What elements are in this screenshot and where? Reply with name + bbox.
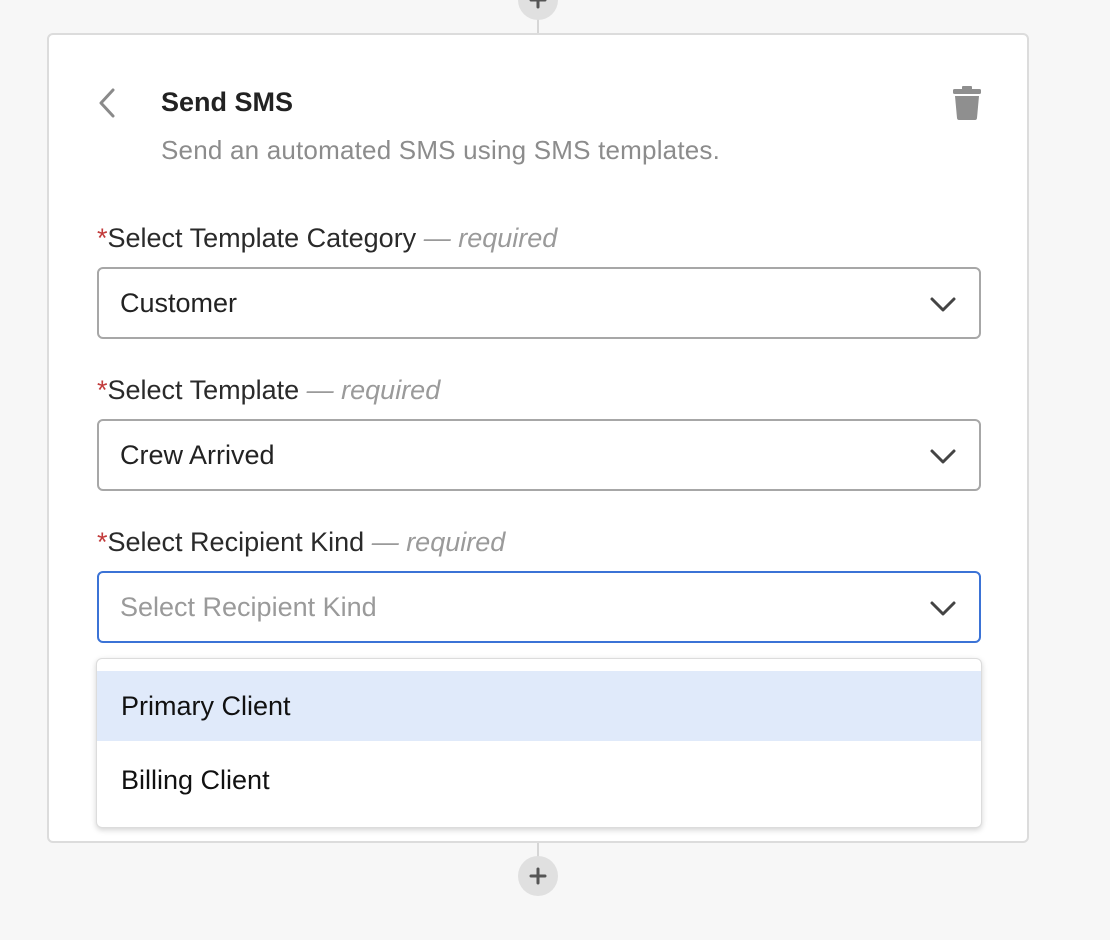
template-value: Crew Arrived (120, 439, 275, 470)
recipient-kind-dropdown: Primary Client Billing Client (96, 658, 982, 828)
add-step-button-bottom[interactable] (518, 856, 558, 896)
required-hint: — required (306, 375, 441, 405)
recipient-kind-label: *Select Recipient Kind — required (97, 527, 505, 558)
chevron-down-icon (930, 297, 956, 312)
step-title: Send SMS (161, 87, 294, 117)
recipient-kind-select[interactable]: Select Recipient Kind (97, 571, 981, 643)
dropdown-option-billing-client[interactable]: Billing Client (97, 745, 981, 815)
required-asterisk: * (97, 375, 108, 405)
trash-icon (953, 86, 981, 120)
required-asterisk: * (97, 223, 108, 253)
required-hint: — required (371, 527, 506, 557)
dropdown-option-primary-client[interactable]: Primary Client (97, 671, 981, 741)
template-category-label: *Select Template Category — required (97, 223, 557, 254)
recipient-kind-label-text: Select Recipient Kind (107, 527, 365, 557)
template-label-text: Select Template (107, 375, 300, 405)
delete-step-button[interactable] (949, 83, 985, 123)
recipient-kind-placeholder: Select Recipient Kind (120, 591, 377, 622)
template-category-select[interactable]: Customer (97, 267, 981, 339)
send-sms-step-card: Send SMS Send an automated SMS using SMS… (47, 33, 1029, 843)
bottom-connector-line (537, 843, 539, 857)
template-category-value: Customer (120, 287, 238, 318)
required-asterisk: * (97, 527, 108, 557)
chevron-left-icon (99, 88, 115, 118)
required-hint: — required (423, 223, 558, 253)
plus-icon (529, 0, 547, 9)
template-category-label-text: Select Template Category (107, 223, 417, 253)
chevron-down-icon (930, 449, 956, 464)
add-step-button-top[interactable] (518, 0, 558, 20)
step-description: Send an automated SMS using SMS template… (161, 135, 721, 165)
back-button[interactable] (93, 85, 121, 121)
chevron-down-icon (930, 601, 956, 616)
template-label: *Select Template — required (97, 375, 440, 406)
plus-icon (529, 867, 547, 885)
template-select[interactable]: Crew Arrived (97, 419, 981, 491)
